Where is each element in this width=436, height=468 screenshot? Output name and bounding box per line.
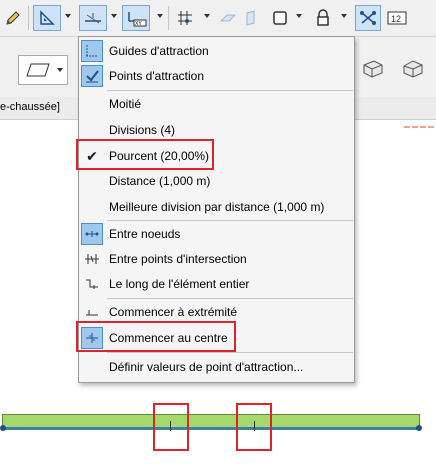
lock-icon[interactable] <box>311 5 335 31</box>
highlight-box <box>76 321 236 352</box>
highlight-box <box>236 403 272 451</box>
beam-reference-line <box>2 427 420 429</box>
plane-icon[interactable] <box>217 5 239 31</box>
intersection-points-icon <box>81 248 103 270</box>
grid-snap-icon[interactable] <box>173 5 197 31</box>
box-3d-icon[interactable] <box>360 57 386 82</box>
menu-item-intersection-points[interactable]: Entre points d'intersection <box>79 247 354 271</box>
highlight-box <box>76 139 214 170</box>
slab-icon[interactable] <box>241 5 261 31</box>
svg-text:XY: XY <box>135 21 142 27</box>
points-icon <box>81 65 103 87</box>
snap-guide-icon[interactable] <box>79 5 107 31</box>
menu-item-define-values[interactable]: Définir valeurs de point d'attraction... <box>79 355 354 379</box>
snap-network-icon[interactable] <box>355 5 381 31</box>
frame-icon[interactable] <box>268 5 292 31</box>
menu-item-along-element[interactable]: Le long de l'élément entier <box>79 272 354 296</box>
svg-text:12: 12 <box>391 14 401 24</box>
menu-item-distance[interactable]: Distance (1,000 m) <box>79 169 354 193</box>
menu-item-half[interactable]: Moitié <box>79 92 354 116</box>
menu-item-guides[interactable]: Guides d'attraction <box>79 39 354 63</box>
box-3d-rounded-icon[interactable] <box>400 57 426 82</box>
guides-icon <box>81 40 103 62</box>
view-tab-label[interactable]: e-chaussée] <box>0 101 60 113</box>
numeric-12-icon[interactable]: 12 <box>383 5 411 31</box>
beam-end-node[interactable] <box>416 425 422 431</box>
shape-selector[interactable] <box>18 55 68 85</box>
menu-item-between-nodes[interactable]: Entre noeuds <box>79 222 354 246</box>
between-nodes-icon <box>81 223 103 245</box>
pencil-icon[interactable] <box>2 5 24 31</box>
dashed-line <box>404 126 434 128</box>
xy-coordinate-icon[interactable]: XY <box>122 5 150 31</box>
menu-item-best-division[interactable]: Meilleure division par distance (1,000 m… <box>79 195 354 219</box>
main-toolbar: XY 12 <box>0 0 436 37</box>
menu-item-points[interactable]: Points d'attraction <box>79 64 354 88</box>
along-element-icon <box>81 273 103 295</box>
start-end-icon <box>81 301 103 323</box>
ruler-triangle-icon[interactable] <box>33 5 61 31</box>
beam-start-node[interactable] <box>0 425 6 431</box>
highlight-box <box>153 403 189 451</box>
